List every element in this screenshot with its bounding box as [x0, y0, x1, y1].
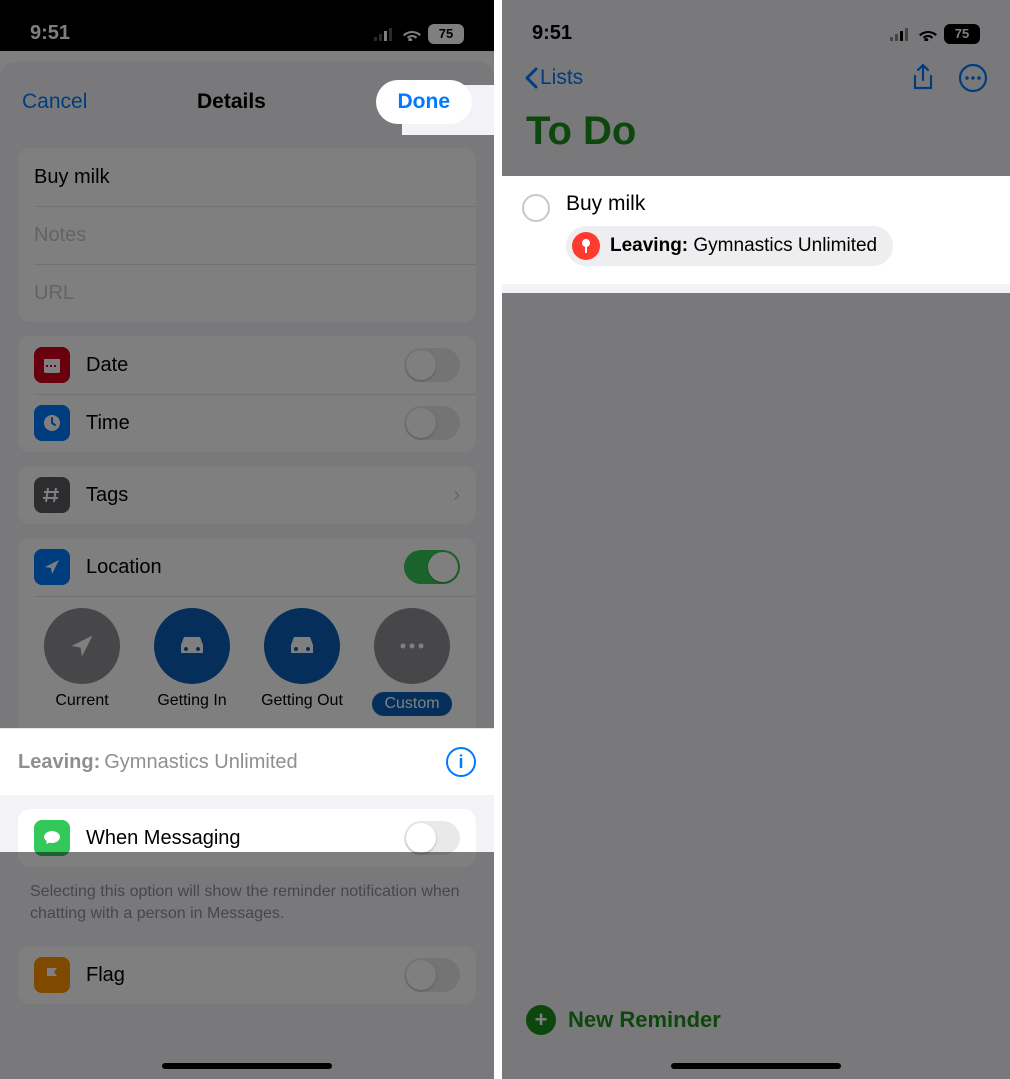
dim-overlay [0, 135, 494, 791]
dim-overlay [0, 85, 402, 135]
info-icon[interactable]: i [446, 747, 476, 777]
dim-overlay [502, 293, 1010, 1079]
cond-value: Gymnastics Unlimited [693, 235, 877, 256]
done-button[interactable]: Done [376, 80, 473, 124]
leaving-row[interactable]: Leaving: Gymnastics Unlimited i [0, 728, 494, 795]
cond-label: Leaving: [610, 235, 688, 256]
leaving-value: Gymnastics Unlimited [104, 751, 446, 774]
reminder-title: Buy milk [566, 192, 990, 216]
leaving-label: Leaving: [18, 751, 100, 774]
dim-overlay [502, 0, 1010, 183]
reminder-checkbox[interactable] [522, 194, 550, 222]
home-indicator [671, 1063, 841, 1069]
location-condition-pill: Leaving: Gymnastics Unlimited [566, 226, 893, 266]
messaging-label: When Messaging [86, 827, 404, 850]
screenshot-right: 9:51 75 Lists To Do [502, 0, 1010, 1079]
screenshot-left: 9:51 75 Cancel Details Done [0, 0, 498, 1079]
pin-icon [572, 232, 600, 260]
dim-overlay [0, 0, 494, 85]
dim-overlay [0, 852, 494, 1079]
messaging-toggle[interactable] [404, 821, 460, 855]
home-indicator [162, 1063, 332, 1069]
message-bubble-icon [34, 820, 70, 856]
reminder-item[interactable]: Buy milk Leaving: Gymnastics Unlimited [502, 176, 1010, 284]
